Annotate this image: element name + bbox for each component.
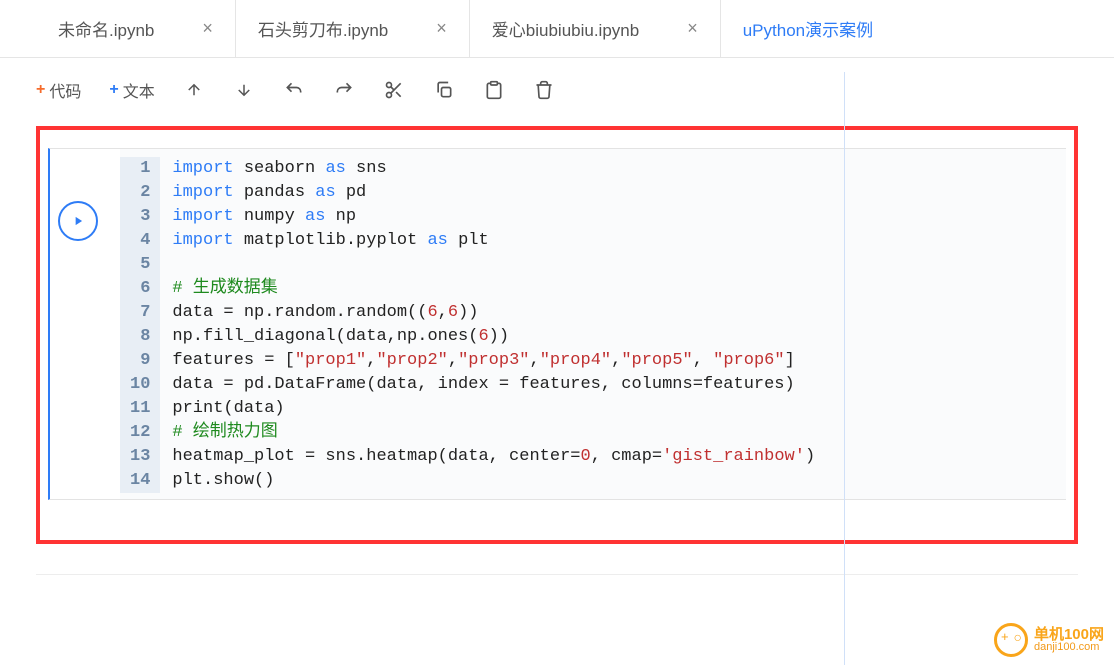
watermark-title: 单机100网 (1034, 627, 1104, 642)
main-area: 1234567891011121314 import seaborn as sn… (0, 126, 1114, 575)
redo-icon[interactable] (333, 79, 355, 101)
line-numbers: 1234567891011121314 (120, 157, 160, 493)
plus-icon: + (109, 81, 118, 99)
code-editor[interactable]: 1234567891011121314 import seaborn as sn… (120, 149, 1066, 499)
arrow-down-icon[interactable] (233, 79, 255, 101)
code-cell[interactable]: 1234567891011121314 import seaborn as sn… (48, 148, 1066, 500)
watermark-sub: danji100.com (1034, 642, 1104, 653)
tab-1[interactable]: 石头剪刀布.ipynb × (236, 0, 470, 57)
code-content[interactable]: import seaborn as snsimport pandas as pd… (160, 157, 827, 493)
close-icon[interactable]: × (687, 18, 698, 39)
trash-icon[interactable] (533, 79, 555, 101)
close-icon[interactable]: × (436, 18, 447, 39)
cell-gutter (50, 149, 106, 499)
tab-label: uPython演示案例 (743, 16, 873, 41)
highlighted-cell-frame: 1234567891011121314 import seaborn as sn… (36, 126, 1078, 544)
tab-3[interactable]: uPython演示案例 (721, 0, 895, 57)
add-text-button[interactable]: + 文本 (109, 78, 154, 102)
close-icon[interactable]: × (202, 18, 213, 39)
watermark-logo-icon (994, 623, 1028, 657)
tab-2[interactable]: 爱心biubiubiu.ipynb × (470, 0, 721, 57)
paste-icon[interactable] (483, 79, 505, 101)
tab-label: 未命名.ipynb (58, 16, 154, 41)
watermark: 单机100网 danji100.com (994, 623, 1104, 657)
tab-label: 爱心biubiubiu.ipynb (492, 16, 639, 41)
add-text-label: 文本 (123, 78, 155, 102)
add-code-label: 代码 (49, 78, 81, 102)
run-button[interactable] (58, 201, 98, 241)
arrow-up-icon[interactable] (183, 79, 205, 101)
toolbar: + 代码 + 文本 (0, 58, 1114, 126)
tabs-bar: 未命名.ipynb × 石头剪刀布.ipynb × 爱心biubiubiu.ip… (0, 0, 1114, 58)
cut-icon[interactable] (383, 79, 405, 101)
add-code-button[interactable]: + 代码 (36, 78, 81, 102)
tab-0[interactable]: 未命名.ipynb × (36, 0, 236, 57)
undo-icon[interactable] (283, 79, 305, 101)
copy-icon[interactable] (433, 79, 455, 101)
tab-label: 石头剪刀布.ipynb (258, 16, 388, 41)
plus-icon: + (36, 81, 45, 99)
